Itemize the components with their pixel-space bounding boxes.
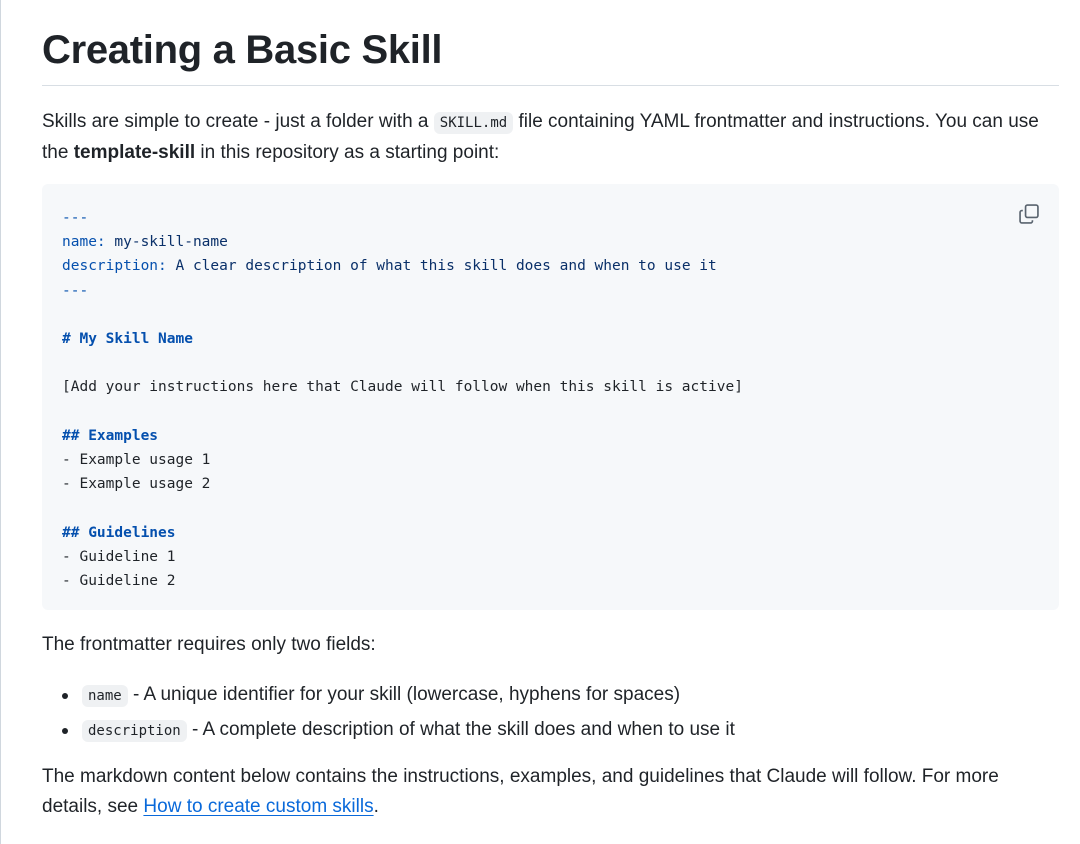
code-description-key: description: <box>62 258 167 275</box>
intro-text-1: Skills are simple to create - just a fol… <box>42 111 434 132</box>
readme-section: Creating a Basic Skill Skills are simple… <box>0 0 1080 844</box>
code-name-value: my-skill-name <box>105 234 228 251</box>
field-name-code: name <box>82 685 128 707</box>
outro-text-2: . <box>373 796 379 817</box>
template-skill-bold: template-skill <box>73 142 196 163</box>
fields-list: name - A unique identifier for your skil… <box>42 678 735 748</box>
code-guideline-1: - Guideline 1 <box>62 548 176 565</box>
code-content: --- name: my-skill-name description: A c… <box>62 206 743 593</box>
list-item: name - A unique identifier for your skil… <box>42 678 735 713</box>
code-name-key: name: <box>62 234 106 251</box>
code-guideline-2: - Guideline 2 <box>62 573 176 590</box>
fields-intro: The frontmatter requires only two fields… <box>42 634 376 655</box>
code-block: --- name: my-skill-name description: A c… <box>42 184 1059 610</box>
field-description-desc: - A complete description of what the ski… <box>186 719 735 740</box>
code-line-fm-open: --- <box>62 210 89 226</box>
custom-skills-link[interactable]: How to create custom skills <box>143 796 373 817</box>
field-description-code: description <box>82 720 187 742</box>
field-name-desc: - A unique identifier for your skill (lo… <box>127 684 681 705</box>
code-heading-examples: ## Examples <box>62 427 159 444</box>
outro-paragraph: The markdown content below contains the … <box>42 762 1059 822</box>
code-instructions-line: [Add your instructions here that Claude … <box>62 379 743 396</box>
list-item: description - A complete description of … <box>42 713 735 748</box>
heading-divider <box>42 85 1059 86</box>
skill-md-code: SKILL.md <box>433 112 514 134</box>
copy-icon <box>1019 204 1039 224</box>
code-description-value: A clear description of what this skill d… <box>166 258 717 275</box>
code-heading-guidelines: ## Guidelines <box>62 524 176 541</box>
intro-text-3: in this repository as a starting point: <box>195 142 500 163</box>
code-line-fm-close: --- <box>62 282 89 299</box>
code-example-1: - Example usage 1 <box>62 452 211 469</box>
code-example-2: - Example usage 2 <box>62 476 211 493</box>
intro-paragraph: Skills are simple to create - just a fol… <box>42 107 1059 168</box>
copy-button[interactable] <box>1015 200 1043 228</box>
code-heading-1: # My Skill Name <box>62 331 193 348</box>
section-heading: Creating a Basic Skill <box>42 28 443 72</box>
